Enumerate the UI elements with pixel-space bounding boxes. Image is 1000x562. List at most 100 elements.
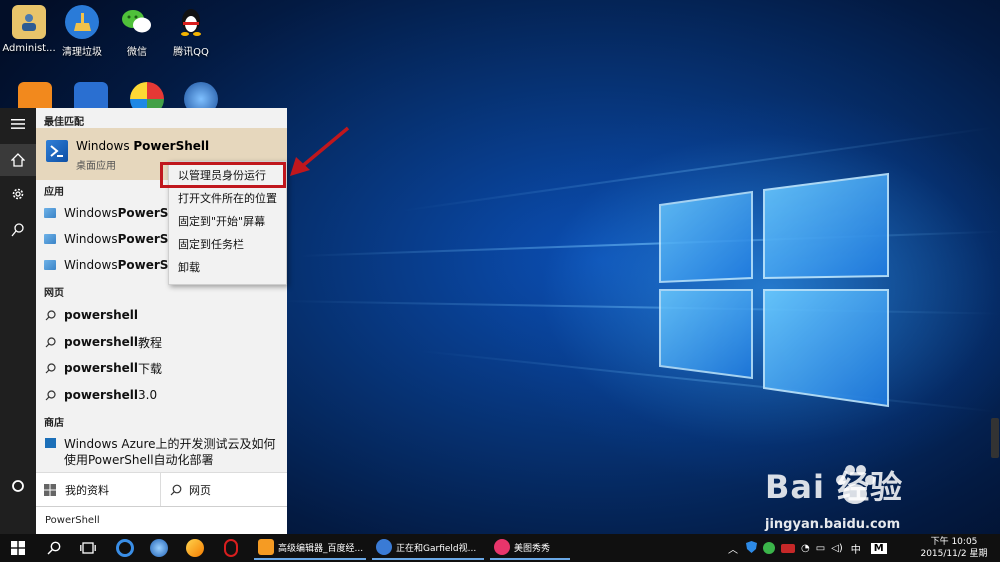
chevron-up-icon[interactable]: ︿ (728, 541, 738, 556)
chat-tray-icon[interactable]: ▭ (816, 543, 825, 554)
desktop-icon-label: Administ... (2, 43, 56, 54)
desktop-icon-qq[interactable]: 腾讯QQ (162, 5, 220, 58)
task-view-icon (80, 542, 96, 554)
qq-penguin-icon (174, 5, 208, 39)
web-suggestion-item[interactable]: powershell (36, 302, 287, 328)
broom-icon (65, 5, 99, 39)
web-scope-button[interactable]: 网页 (170, 473, 211, 507)
taskbar-window-editor[interactable]: 高级编辑器_百度经... (254, 536, 366, 560)
ime-language-indicator[interactable]: 中 (851, 541, 861, 556)
taskbar-pinned-app[interactable] (216, 534, 246, 562)
web-heading: 网页 (44, 288, 64, 299)
clock-time: 下午 10:05 (930, 537, 978, 547)
uc-browser-icon (258, 539, 274, 555)
ie-app-icon (150, 539, 168, 557)
task-view-button[interactable] (72, 534, 104, 562)
web-suggestion-bold: powershell (64, 335, 139, 349)
start-menu-rail (0, 108, 36, 534)
home-icon[interactable] (0, 144, 36, 176)
best-match-heading: 最佳匹配 (44, 117, 84, 128)
clock-date: 2015/11/2 星期一 (920, 549, 988, 562)
app-result-prefix: Windows (64, 206, 118, 220)
store-result-label: Windows Azure上的开发测试云及如何使用PowerShell自动化部署 (64, 437, 276, 467)
web-suggestion-item[interactable]: powershell 下载 (36, 355, 287, 381)
chat-app-icon (376, 539, 392, 555)
windows-start-icon (11, 541, 25, 555)
taskbar-clock[interactable]: 下午 10:05 2015/11/2 星期一 (918, 536, 990, 562)
web-suggestion-suffix: 教程 (138, 335, 163, 350)
web-suggestion-bold: powershell (64, 388, 139, 402)
pin-to-taskbar-item[interactable]: 固定到任务栏 (169, 233, 286, 255)
shield-icon[interactable] (746, 540, 757, 556)
start-button[interactable] (0, 534, 36, 562)
powershell-icon (46, 140, 68, 162)
ime-mode-indicator[interactable]: M (870, 542, 887, 554)
taskbar: 高级编辑器_百度经... 正在和Garfield视... 美图秀秀 ︿ ◔ ▭ … (0, 534, 1000, 562)
powershell-small-icon (44, 234, 56, 244)
web-suggestion-bold: powershell (64, 308, 139, 322)
open-file-location-item[interactable]: 打开文件所在的位置 (169, 187, 286, 209)
circle-icon[interactable] (0, 470, 36, 502)
search-input-value: PowerShell (45, 515, 100, 526)
feedback-icon[interactable] (0, 214, 36, 246)
annotation-arrow-icon (290, 126, 350, 176)
my-stuff-button[interactable]: 我的资料 (44, 473, 109, 507)
paw-icon (836, 465, 875, 504)
desktop-icon-label: 腾讯QQ (173, 47, 209, 58)
taskbar-window-chat[interactable]: 正在和Garfield视... (372, 536, 484, 560)
system-tray: ︿ ◔ ▭ ◁) 中 M (728, 534, 887, 562)
store-app-icon (45, 438, 56, 448)
apps-heading: 应用 (44, 187, 64, 198)
taskbar-search-button[interactable] (38, 534, 70, 562)
web-suggestion-item[interactable]: powershell 教程 (36, 329, 287, 355)
web-suggestion-suffix: 3.0 (138, 388, 158, 402)
search-icon (44, 362, 56, 374)
taskbar-pinned-app[interactable] (180, 534, 210, 562)
desktop-icon-clean[interactable]: 清理垃圾 (53, 5, 111, 58)
taskbar-pinned-app[interactable] (144, 534, 174, 562)
search-icon (44, 309, 56, 321)
desktop-icon-wechat[interactable]: 微信 (108, 5, 166, 58)
web-scope-label: 网页 (189, 484, 211, 497)
best-match-title-bold: PowerShell (133, 139, 210, 153)
store-heading: 商店 (44, 418, 64, 429)
search-icon (170, 484, 182, 496)
meitu-icon (494, 539, 510, 555)
web-suggestion-item[interactable]: powershell 3.0 (36, 382, 287, 408)
taskbar-pinned-app[interactable] (110, 534, 140, 562)
pin-to-start-item[interactable]: 固定到"开始"屏幕 (169, 210, 286, 232)
best-match-title: Windows PowerShell (76, 139, 209, 153)
taskbar-window-meitu[interactable]: 美图秀秀 (490, 536, 570, 560)
web-suggestion-suffix: 下载 (138, 361, 163, 376)
search-icon (44, 389, 56, 401)
fire-browser-icon (186, 539, 204, 557)
gear-icon[interactable] (0, 178, 36, 210)
powershell-small-icon (44, 260, 56, 270)
highlight-box (160, 162, 286, 188)
scope-divider (160, 473, 161, 507)
wechat-icon (120, 5, 154, 39)
taskbar-window-label: 高级编辑器_百度经... (278, 543, 364, 554)
menu-icon[interactable] (0, 108, 36, 140)
network-drive-icon[interactable] (781, 543, 795, 553)
store-result-item[interactable]: Windows Azure上的开发测试云及如何使用PowerShell自动化部署 (36, 434, 287, 470)
desktop-icon-administrator[interactable]: Administ... (0, 5, 58, 54)
uninstall-item[interactable]: 卸载 (169, 256, 286, 278)
security-app-icon[interactable] (763, 542, 775, 554)
my-stuff-label: 我的资料 (65, 484, 109, 497)
folder-user-icon (12, 5, 46, 39)
scrollbar-handle[interactable] (991, 418, 999, 458)
app-result-prefix: Windows (64, 258, 118, 272)
taskbar-window-label: 美图秀秀 (514, 543, 551, 554)
taskbar-window-label: 正在和Garfield视... (396, 543, 477, 554)
baidu-watermark-url: jingyan.baidu.com (765, 517, 901, 532)
wifi-icon[interactable]: ◔ (801, 543, 810, 554)
search-scope-row: 我的资料 网页 (36, 472, 287, 507)
windows-logo-icon (659, 172, 889, 408)
qq-penguin-icon (224, 539, 238, 557)
web-suggestion-bold: powershell (64, 361, 139, 375)
desktop-icon-label: 微信 (127, 47, 147, 58)
volume-icon[interactable]: ◁) (831, 543, 843, 554)
search-input[interactable]: PowerShell (36, 506, 287, 534)
powershell-small-icon (44, 208, 56, 218)
